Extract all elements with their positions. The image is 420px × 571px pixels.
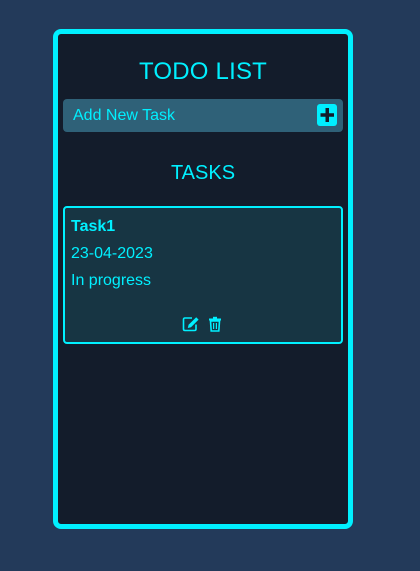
delete-task-button[interactable] xyxy=(208,316,226,332)
add-task-label: Add New Task xyxy=(73,107,175,124)
add-task-button[interactable] xyxy=(317,104,337,126)
todo-app-container: TODO LIST Add New Task TASKS Task1 23-04… xyxy=(53,29,353,529)
add-task-bar[interactable]: Add New Task xyxy=(63,99,343,132)
app-title: TODO LIST xyxy=(138,58,268,85)
trash-icon xyxy=(209,316,221,332)
edit-icon xyxy=(182,317,199,332)
task-name: Task1 xyxy=(71,218,116,235)
plus-icon xyxy=(320,108,334,122)
edit-task-button[interactable] xyxy=(182,316,200,332)
task-status: In progress xyxy=(71,272,152,289)
task-card: Task1 23-04-2023 In progress xyxy=(63,206,343,344)
task-date: 23-04-2023 xyxy=(71,245,153,262)
tasks-heading: TASKS xyxy=(170,162,236,184)
